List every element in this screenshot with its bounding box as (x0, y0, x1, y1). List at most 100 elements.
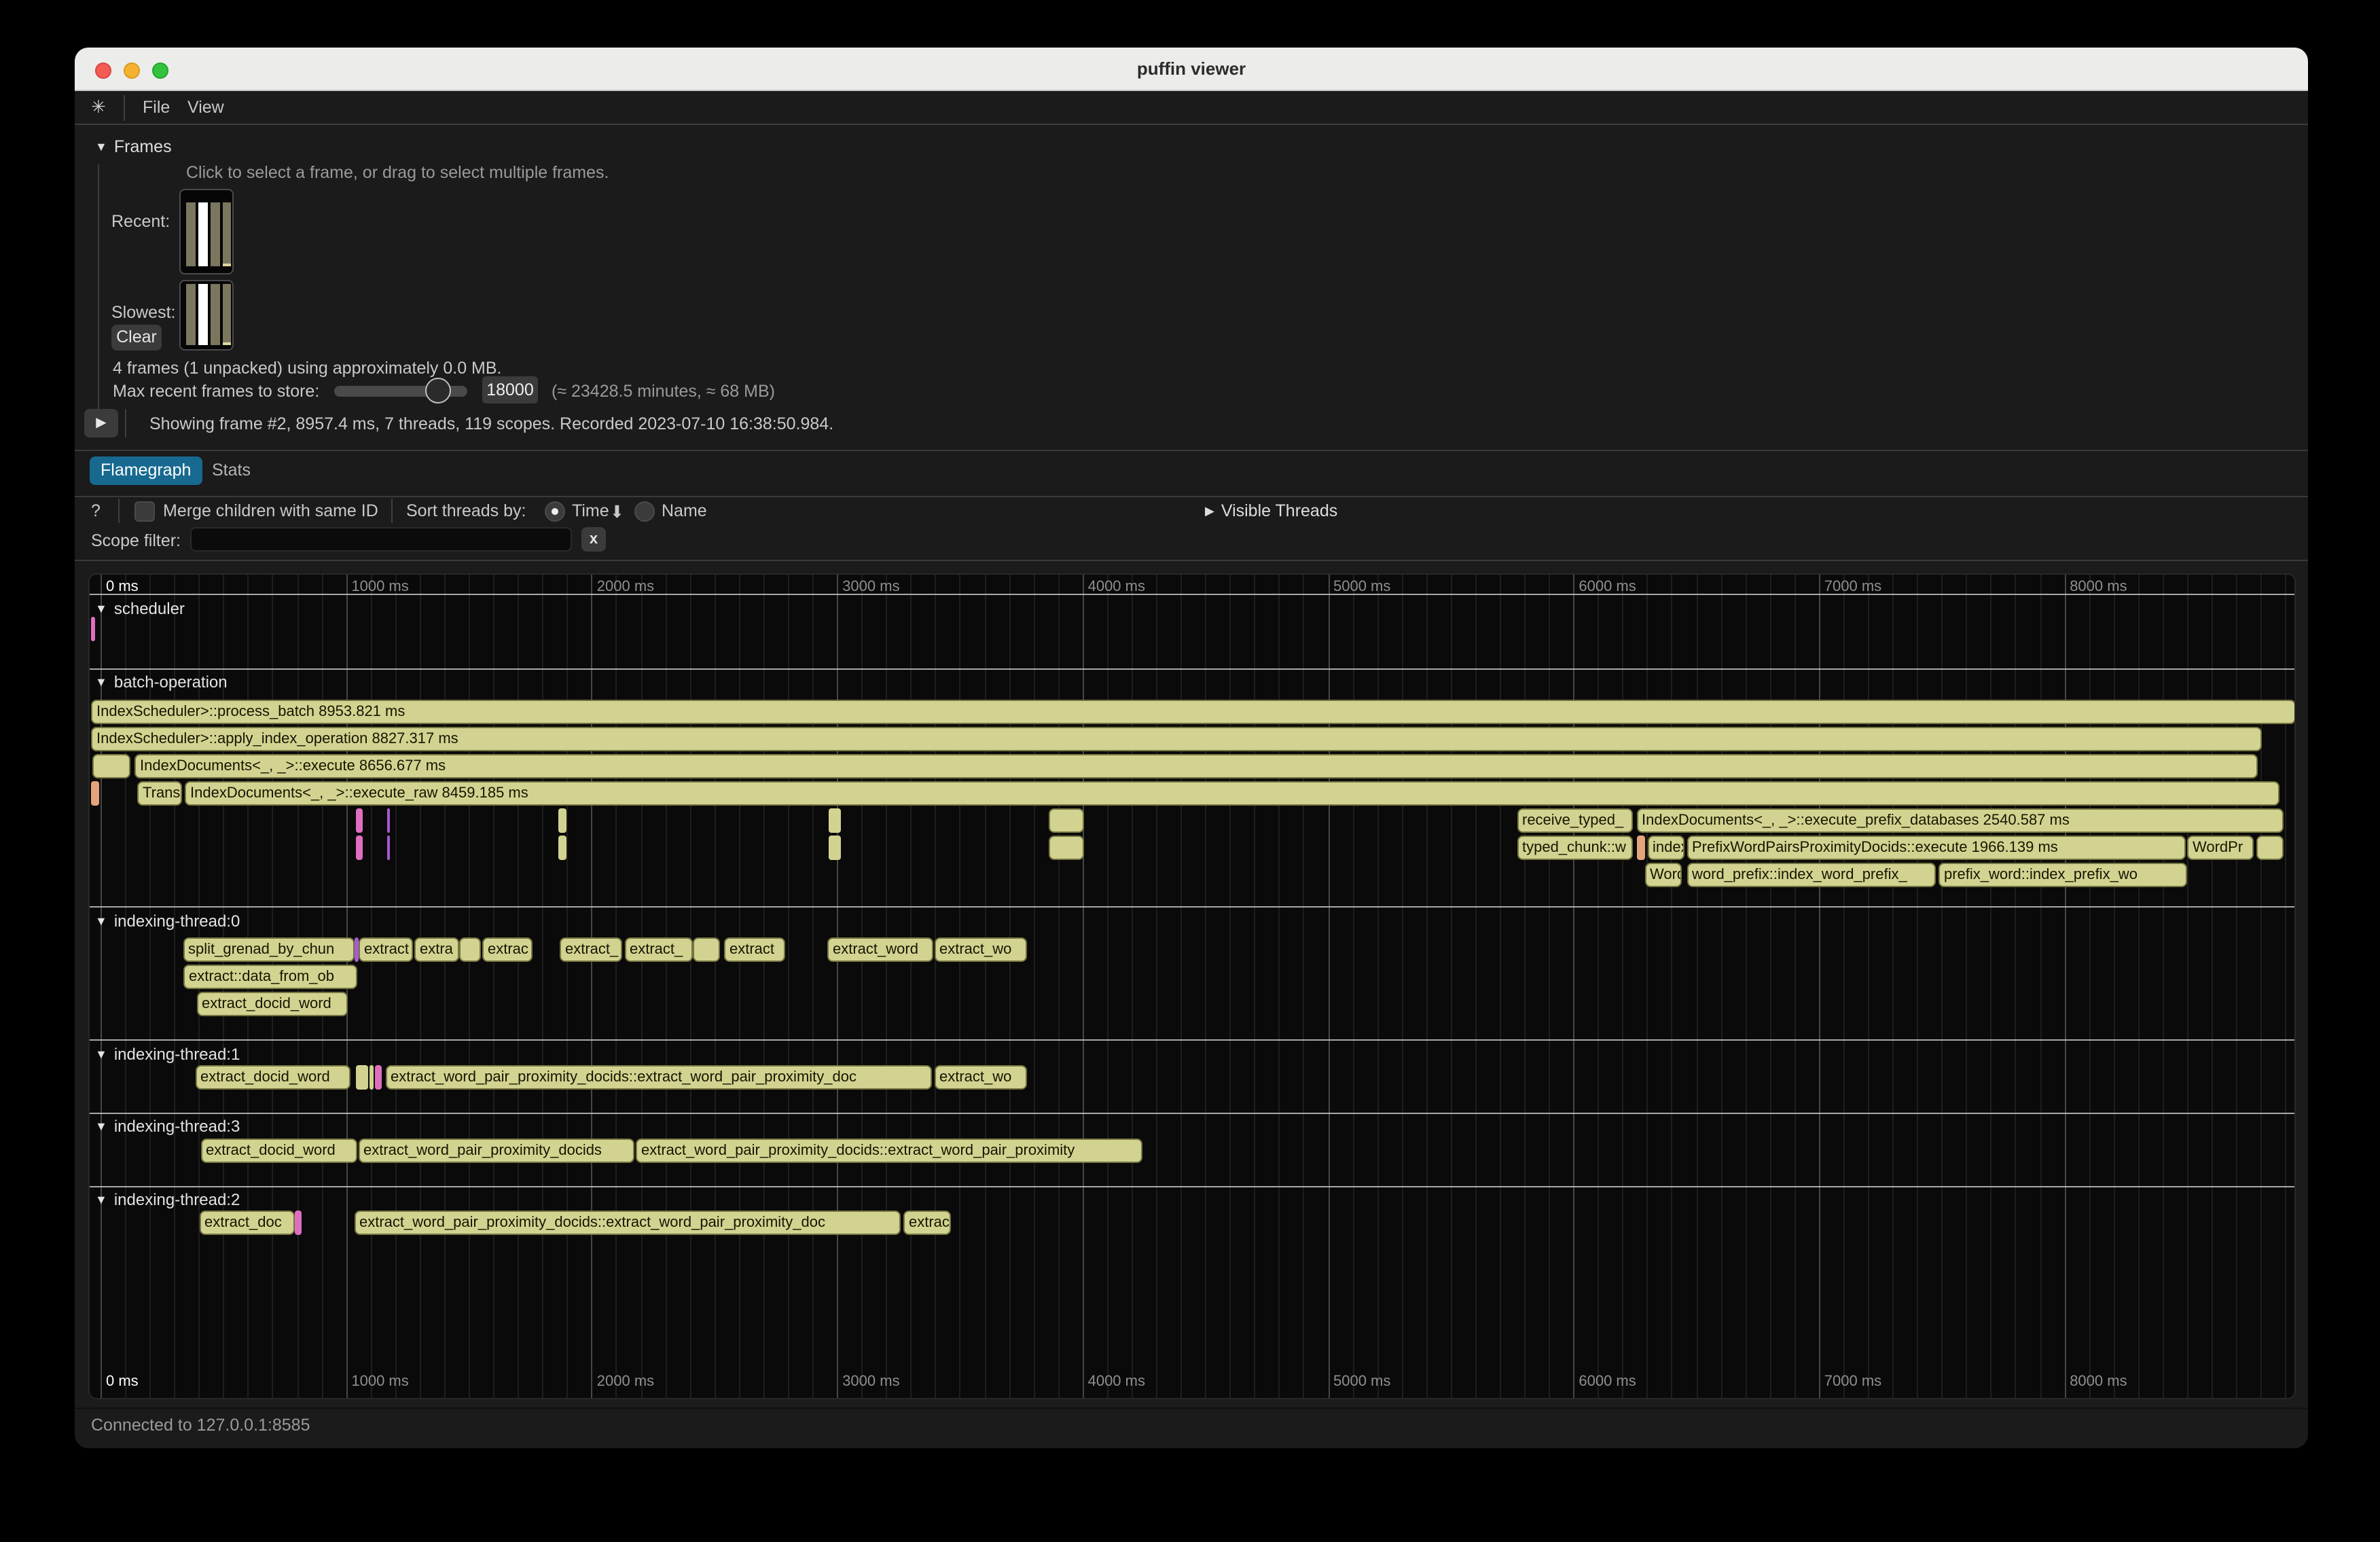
gridline (1672, 575, 1673, 1398)
scope-bar[interactable]: extract (359, 937, 413, 962)
max-frames-slider-knob[interactable] (425, 378, 451, 404)
app-settings-icon[interactable]: ✳ (91, 96, 106, 118)
scope-bar[interactable] (1636, 836, 1644, 860)
visible-threads-toggle[interactable]: ▶Visible Threads (1205, 501, 1337, 520)
scope-filter-input[interactable] (192, 530, 571, 552)
scope-bar[interactable]: IndexDocuments<_, _>::execute_raw 8459.1… (185, 781, 2279, 806)
scope-bar[interactable]: word_prefix::index_word_prefix_ (1687, 863, 1935, 887)
scope-bar[interactable]: extract_word_pair_proximity_docids::extr… (385, 1065, 931, 1090)
gridline (1770, 575, 1771, 1398)
scope-bar[interactable]: extract_docid_word (200, 1138, 357, 1163)
tab-stats[interactable]: Stats (201, 456, 262, 485)
scope-bar[interactable]: extract (724, 937, 785, 962)
clear-filter-button[interactable]: x (581, 527, 606, 552)
scope-bar[interactable] (90, 781, 98, 806)
scope-bar[interactable] (2256, 836, 2283, 860)
frame-bar[interactable] (198, 284, 208, 345)
scope-bar[interactable]: index (1647, 836, 1684, 860)
scope-bar[interactable]: extract_wo (934, 1065, 1027, 1090)
scope-bar[interactable] (92, 754, 130, 778)
merge-children-checkbox[interactable] (134, 501, 155, 522)
scope-bar[interactable]: prefix_word::index_prefix_wo (1939, 863, 2187, 887)
scope-bar[interactable] (459, 937, 481, 962)
gridline (1991, 575, 1992, 1398)
scope-bar[interactable] (295, 1211, 302, 1235)
scope-bar[interactable]: WordPr (2187, 836, 2254, 860)
help-button[interactable]: ? (91, 501, 101, 520)
scope-bar[interactable]: extract_docid_word (196, 992, 347, 1016)
slowest-frames-thumbnail[interactable] (179, 280, 234, 351)
scope-bar[interactable]: Trans (137, 781, 182, 806)
scope-bar[interactable]: extract_doc (199, 1211, 295, 1235)
thread-label-indexing-thread:2[interactable]: ▼indexing-thread:2 (95, 1190, 240, 1209)
scope-bar[interactable] (375, 1065, 382, 1090)
scope-bar[interactable] (387, 808, 389, 833)
gridline (715, 575, 716, 1398)
sort-time-radio[interactable] (545, 501, 565, 522)
frames-section-toggle[interactable]: ▼Frames (95, 137, 172, 156)
gridline (592, 575, 593, 1398)
thread-label-indexing-thread:1[interactable]: ▼indexing-thread:1 (95, 1045, 240, 1064)
scope-bar[interactable] (558, 836, 566, 860)
sort-name-radio[interactable] (634, 501, 655, 522)
scope-bar[interactable] (693, 937, 720, 962)
scope-bar[interactable]: extract_word (827, 937, 933, 962)
scope-bar[interactable]: extrac (903, 1211, 951, 1235)
scope-bar[interactable]: IndexScheduler>::process_batch 8953.821 … (91, 700, 2296, 724)
scope-bar[interactable]: extract_word_pair_proximity_docids::extr… (636, 1138, 1142, 1163)
scope-bar[interactable]: PrefixWordPairsProximityDocids::execute … (1687, 836, 2185, 860)
scope-bar[interactable]: extract_docid_word (195, 1065, 350, 1090)
scope-bar[interactable] (356, 1065, 368, 1090)
frame-bar[interactable] (186, 284, 196, 345)
scope-bar[interactable]: extract_wo (934, 937, 1027, 962)
flamegraph-canvas[interactable]: 0 ms1000 ms2000 ms3000 ms4000 ms5000 ms6… (88, 573, 2296, 1399)
scope-bar[interactable]: IndexScheduler>::apply_index_operation 8… (91, 727, 2262, 751)
scope-bar[interactable] (828, 836, 840, 860)
scope-bar[interactable] (356, 808, 362, 833)
scope-bar[interactable]: IndexDocuments<_, _>::execute 8656.677 m… (134, 754, 2258, 778)
frame-bar[interactable] (223, 202, 231, 266)
scope-bar[interactable]: extract_ (560, 937, 621, 962)
scope-bar[interactable]: IndexDocuments<_, _>::execute_prefix_dat… (1636, 808, 2283, 833)
ruler-tick-bottom: 3000 ms (842, 1374, 899, 1390)
scope-bar[interactable]: extract_ (624, 937, 692, 962)
scope-bar[interactable] (356, 836, 362, 860)
scope-filter-box (190, 527, 572, 552)
thread-label-batch-operation[interactable]: ▼batch-operation (95, 673, 228, 692)
gridline (444, 575, 446, 1398)
clear-button[interactable]: Clear (111, 325, 162, 351)
frame-bar[interactable] (211, 202, 220, 266)
scope-bar[interactable]: receive_typed_ (1517, 808, 1632, 833)
scope-bar[interactable]: extrac (482, 937, 532, 962)
thread-label-indexing-thread:3[interactable]: ▼indexing-thread:3 (95, 1117, 240, 1136)
scope-bar[interactable]: Word (1644, 863, 1682, 887)
scope-bar[interactable] (558, 808, 566, 833)
thread-label-scheduler[interactable]: ▼scheduler (95, 599, 185, 618)
menu-view[interactable]: View (187, 98, 224, 117)
frame-bar[interactable] (186, 202, 196, 266)
gridline (2064, 575, 2066, 1398)
scope-bar[interactable] (828, 808, 840, 833)
scope-bar[interactable] (369, 1065, 374, 1090)
recent-frames-thumbnail[interactable] (179, 189, 234, 274)
tab-flamegraph[interactable]: Flamegraph (90, 456, 202, 485)
scope-bar[interactable] (1048, 808, 1083, 833)
scope-bar[interactable] (1048, 836, 1083, 860)
menu-file[interactable]: File (143, 98, 170, 117)
frame-bar[interactable] (223, 284, 231, 345)
sort-descending-icon[interactable]: ⬇ (610, 501, 624, 522)
scope-bar[interactable]: extract::data_from_ob (183, 965, 357, 989)
frame-bar[interactable] (198, 202, 208, 266)
scope-bar[interactable]: extra (414, 937, 458, 962)
max-frames-value[interactable]: 18000 (482, 376, 538, 404)
scope-bar[interactable] (387, 836, 389, 860)
scope-bar[interactable]: extract_word_pair_proximity_docids (358, 1138, 634, 1163)
scope-bar[interactable] (91, 617, 94, 641)
frame-bar[interactable] (211, 284, 220, 345)
scope-bar[interactable]: split_grenad_by_chun (183, 937, 354, 962)
scope-bar[interactable]: typed_chunk::w (1517, 836, 1632, 860)
play-button[interactable]: ▶ (84, 409, 118, 437)
thread-label-indexing-thread:0[interactable]: ▼indexing-thread:0 (95, 912, 240, 931)
scope-bar[interactable] (354, 937, 358, 962)
scope-bar[interactable]: extract_word_pair_proximity_docids::extr… (354, 1211, 901, 1235)
